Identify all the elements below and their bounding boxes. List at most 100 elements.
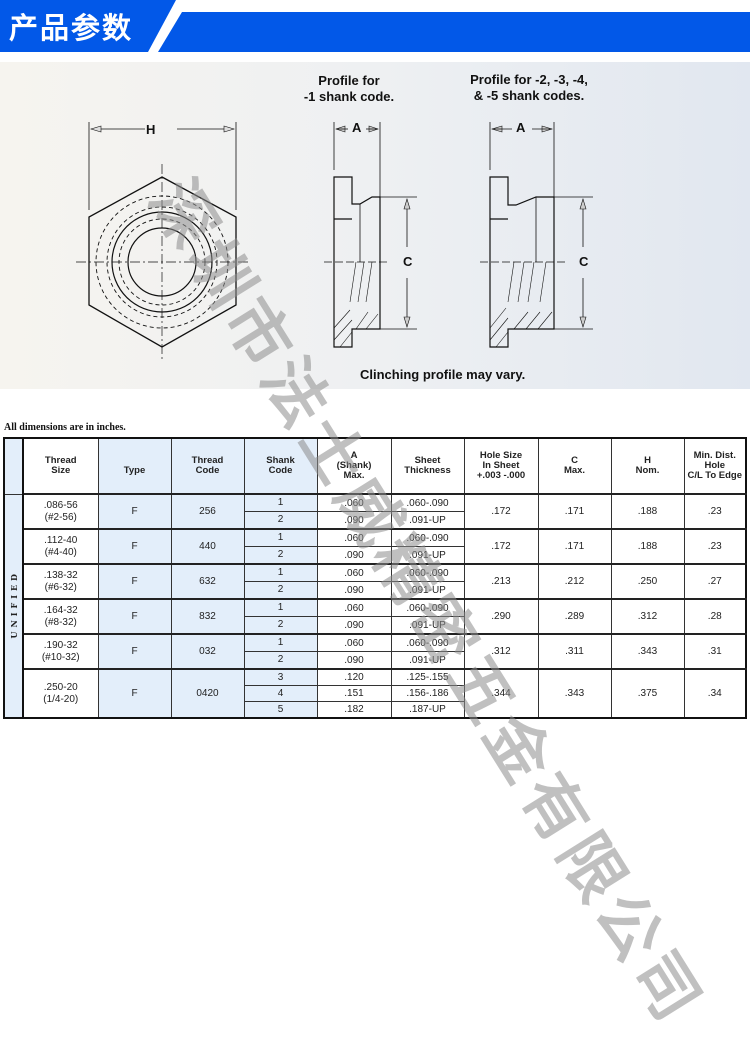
hole-size-cell: .344 bbox=[463, 668, 539, 719]
shank-code-cell: 1 bbox=[243, 598, 318, 617]
thread-code-cell: 632 bbox=[170, 563, 245, 600]
type-cell: F bbox=[97, 493, 172, 530]
shank-code-cell: 5 bbox=[243, 701, 318, 719]
min-dist-cell: .28 bbox=[683, 598, 747, 635]
thread-size-alt: (#8-32) bbox=[44, 616, 77, 628]
header-a-shank-max: A (Shank) Max. bbox=[316, 437, 392, 495]
table-header-row: Thread Size Type Thread Code Shank Code … bbox=[3, 437, 747, 495]
shank-code-cell: 1 bbox=[243, 493, 318, 512]
shank-code-cell: 4 bbox=[243, 685, 318, 702]
shank-code-cell: 2 bbox=[243, 546, 318, 565]
h-nom-cell: .375 bbox=[610, 668, 685, 719]
sheet-thickness-cell: .060-.090 bbox=[390, 598, 465, 617]
a-shank-cell: .060 bbox=[316, 633, 392, 652]
profile-2-dimension-c: C bbox=[579, 254, 589, 269]
profile-1-view bbox=[324, 122, 417, 348]
sheet-thickness-cell: .187-UP bbox=[390, 701, 465, 719]
h-nom-cell: .343 bbox=[610, 633, 685, 670]
h-nom-cell: .188 bbox=[610, 528, 685, 565]
technical-drawing: H Profile for -1 shank code. Profile for… bbox=[0, 62, 750, 389]
thread-size: .190-32 bbox=[43, 639, 78, 651]
sheet-thickness-cell: .091-UP bbox=[390, 511, 465, 530]
header-c-max: C Max. bbox=[537, 437, 612, 495]
header-hole-size: Hole Size In Sheet +.003 -.000 bbox=[463, 437, 539, 495]
c-max-cell: .289 bbox=[537, 598, 612, 635]
min-dist-cell: .23 bbox=[683, 493, 747, 530]
shank-code-cell: 2 bbox=[243, 651, 318, 670]
header-side-spacer bbox=[3, 437, 24, 495]
thread-code-cell: 256 bbox=[170, 493, 245, 530]
type-cell: F bbox=[97, 528, 172, 565]
thread-size: .112-40 bbox=[44, 534, 78, 546]
min-dist-cell: .23 bbox=[683, 528, 747, 565]
sheet-thickness-cell: .060-.090 bbox=[390, 563, 465, 582]
h-nom-cell: .312 bbox=[610, 598, 685, 635]
profile-1-dimension-a: A bbox=[352, 120, 362, 135]
profile-2-dimension-a: A bbox=[516, 120, 526, 135]
clinching-footnote: Clinching profile may vary. bbox=[360, 367, 526, 382]
min-dist-cell: .34 bbox=[683, 668, 747, 719]
thread-code-cell: 032 bbox=[170, 633, 245, 670]
a-shank-cell: .060 bbox=[316, 528, 392, 547]
thread-size-cell: .164-32 (#8-32) bbox=[22, 598, 99, 635]
shank-code-cell: 2 bbox=[243, 511, 318, 530]
a-shank-cell: .090 bbox=[316, 511, 392, 530]
profile-1-caption-line1: Profile for bbox=[318, 73, 380, 88]
shank-code-cell: 1 bbox=[243, 633, 318, 652]
profile-1-caption: Profile for -1 shank code. bbox=[294, 73, 404, 105]
drawing-svg bbox=[76, 122, 593, 360]
profile-2-view bbox=[480, 122, 593, 348]
hole-size-cell: .290 bbox=[463, 598, 539, 635]
thread-size-alt: (#4-40) bbox=[44, 546, 77, 558]
a-shank-cell: .090 bbox=[316, 546, 392, 565]
sheet-thickness-cell: .060-.090 bbox=[390, 493, 465, 512]
thread-size-cell: .138-32 (#6-32) bbox=[22, 563, 99, 600]
h-nom-cell: .188 bbox=[610, 493, 685, 530]
a-shank-cell: .060 bbox=[316, 598, 392, 617]
header-thread-size: Thread Size bbox=[22, 437, 99, 495]
header-shank-code: Shank Code bbox=[243, 437, 318, 495]
profile-2-caption: Profile for -2, -3, -4, & -5 shank codes… bbox=[446, 72, 612, 104]
thread-size-alt: (#10-32) bbox=[41, 651, 80, 663]
type-cell: F bbox=[97, 668, 172, 719]
profile-2-caption-line1: Profile for -2, -3, -4, bbox=[470, 72, 588, 87]
min-dist-cell: .31 bbox=[683, 633, 747, 670]
thread-size-cell: .112-40 (#4-40) bbox=[22, 528, 99, 565]
banner-title: 产品参数 bbox=[9, 11, 134, 45]
hex-top-view bbox=[76, 122, 248, 360]
table-row: .112-40 (#4-40) F 440 1.060.060-.090.172.171… bbox=[4, 528, 747, 565]
h-nom-cell: .250 bbox=[610, 563, 685, 600]
dimensions-note: All dimensions are in inches. bbox=[4, 422, 126, 433]
a-shank-cell: .182 bbox=[316, 701, 392, 719]
thread-code-cell: 832 bbox=[170, 598, 245, 635]
thread-size-alt: (#6-32) bbox=[44, 581, 77, 593]
type-cell: F bbox=[97, 563, 172, 600]
shank-code-cell: 1 bbox=[243, 563, 318, 582]
table-row: UNIFIED .086-56 (#2-56) F 256 1.060.060-.090.… bbox=[3, 493, 747, 719]
c-max-cell: .171 bbox=[537, 528, 612, 565]
hole-size-cell: .312 bbox=[463, 633, 539, 670]
profile-2-caption-line2: & -5 shank codes. bbox=[473, 88, 585, 103]
c-max-cell: .343 bbox=[537, 668, 612, 719]
shank-code-cell: 2 bbox=[243, 616, 318, 635]
section-banner: 产品参数 bbox=[0, 0, 750, 52]
c-max-cell: .311 bbox=[537, 633, 612, 670]
table-row: .250-20 (1/4-20) F 0420 3.120.125-.155.344.3… bbox=[4, 668, 747, 719]
sheet-thickness-cell: .091-UP bbox=[390, 546, 465, 565]
a-shank-cell: .060 bbox=[316, 493, 392, 512]
header-sheet-thickness: Sheet Thickness bbox=[390, 437, 465, 495]
header-min-dist: Min. Dist. Hole C/L To Edge bbox=[683, 437, 747, 495]
unified-label: UNIFIED bbox=[8, 570, 19, 639]
a-shank-cell: .151 bbox=[316, 685, 392, 702]
a-shank-cell: .090 bbox=[316, 581, 392, 600]
thread-size: .138-32 bbox=[43, 569, 78, 581]
thread-size: .250-20 bbox=[43, 681, 78, 693]
thread-size: .086-56 bbox=[43, 499, 78, 511]
hole-size-cell: .172 bbox=[463, 493, 539, 530]
profile-1-dimension-c: C bbox=[403, 254, 413, 269]
thread-size: .164-32 bbox=[43, 604, 78, 616]
shank-code-cell: 1 bbox=[243, 528, 318, 547]
table-row: .190-32 (#10-32) F 032 1.060.060-.090.312.31… bbox=[4, 633, 747, 670]
hex-dimension-label: H bbox=[146, 122, 156, 137]
c-max-cell: .171 bbox=[537, 493, 612, 530]
